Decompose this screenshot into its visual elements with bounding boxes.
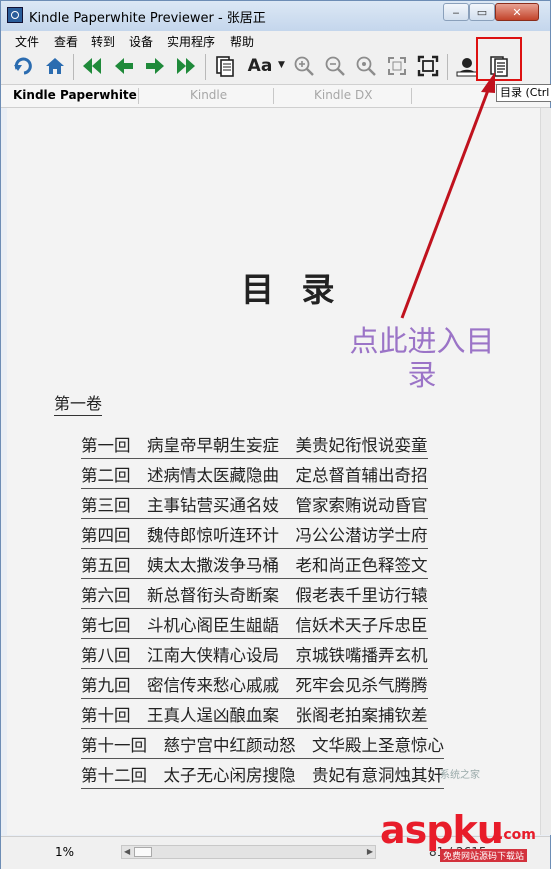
chapter-link[interactable]: 第六回 新总督衔头奇断案 假老表千里访行辕	[81, 584, 444, 614]
home-button[interactable]	[42, 53, 68, 79]
maximize-button[interactable]: ▭	[469, 3, 495, 21]
watermark-brand: aspku	[380, 808, 504, 852]
page-view-button[interactable]	[212, 53, 238, 79]
scrollbar-thumb[interactable]	[134, 847, 152, 857]
fit-page-icon	[388, 57, 406, 75]
chapter-title: 第一回 病皇帝早朝生妄症 美贵妃衔恨说娈童	[81, 434, 428, 459]
home-icon	[46, 58, 64, 74]
menu-help[interactable]: 帮助	[230, 33, 254, 50]
chapter-title: 第七回 斗机心阁臣生龃龉 信妖术天子斥忠臣	[81, 614, 428, 639]
font-size-button[interactable]: Aa	[244, 53, 276, 79]
first-page-icon	[83, 58, 101, 74]
chapter-link[interactable]: 第二回 述病情太医藏隐曲 定总督首辅出奇招	[81, 464, 444, 494]
watermark-asp: asp	[380, 808, 453, 852]
watermark-ku: ku	[452, 808, 503, 852]
watermark-subtitle: 免费网站源码下载站	[440, 849, 528, 862]
zoom-out-icon	[325, 56, 345, 76]
chapter-link[interactable]: 第九回 密信传来愁心戚戚 死牢会见杀气腾腾	[81, 674, 444, 704]
app-window: Kindle Paperwhite Previewer - 张居正 ‒ ▭ ✕ …	[0, 0, 551, 869]
toolbar-separator	[447, 54, 448, 80]
tab-kindle-dx[interactable]: Kindle DX	[314, 88, 372, 102]
chapter-title: 第八回 江南大侠精心设局 京城铁嘴播弄玄机	[81, 644, 428, 669]
chapter-link[interactable]: 第三回 主事钻营买通名妓 管家索贿说动昏官	[81, 494, 444, 524]
chapter-title: 第四回 魏侍郎惊听连环计 冯公公潜访学士府	[81, 524, 428, 549]
menu-utilities[interactable]: 实用程序	[167, 33, 215, 50]
chapter-link[interactable]: 第一回 病皇帝早朝生妄症 美贵妃衔恨说娈童	[81, 434, 444, 464]
chevron-down-icon[interactable]: ▼	[278, 60, 285, 70]
zoom-in-button[interactable]	[291, 53, 317, 79]
menu-device[interactable]: 设备	[129, 33, 153, 50]
next-page-icon	[146, 58, 164, 74]
chapter-link[interactable]: 第八回 江南大侠精心设局 京城铁嘴播弄玄机	[81, 644, 444, 674]
annotation-text: 点此进入目录	[349, 324, 495, 392]
next-page-button[interactable]	[142, 53, 168, 79]
fullscreen-icon	[417, 55, 439, 77]
zoom-reset-button[interactable]	[353, 53, 379, 79]
page-view-icon	[216, 56, 234, 77]
fullscreen-button[interactable]	[415, 53, 441, 79]
title-bar[interactable]: Kindle Paperwhite Previewer - 张居正 ‒ ▭ ✕	[1, 1, 550, 31]
chapter-link[interactable]: 第十回 王真人逞凶酿血案 张阁老拍案捕钦差	[81, 704, 444, 734]
zoom-reset-icon	[356, 56, 376, 76]
chapter-link[interactable]: 第十一回 慈宁宫中红颜动怒 文华殿上圣意惊心	[81, 734, 444, 764]
vertical-scrollbar[interactable]	[540, 108, 551, 835]
toc-highlight-box	[476, 37, 522, 81]
chapter-title: 第六回 新总督衔头奇断案 假老表千里访行辕	[81, 584, 428, 609]
tab-kindle-paperwhite[interactable]: Kindle Paperwhite	[13, 88, 137, 102]
rotate-icon	[14, 57, 32, 75]
last-page-icon	[177, 58, 195, 74]
toc-tooltip: 目录 (Ctrl	[496, 84, 551, 102]
tab-kindle[interactable]: Kindle	[190, 88, 227, 102]
kindle-app-icon	[7, 7, 23, 23]
chapter-title: 第九回 密信传来愁心戚戚 死牢会见杀气腾腾	[81, 674, 428, 699]
prev-page-button[interactable]	[111, 53, 137, 79]
device-tabs: Kindle Paperwhite Kindle Kindle DX	[1, 85, 550, 108]
zoom-in-icon	[294, 56, 314, 76]
menu-goto[interactable]: 转到	[91, 33, 115, 50]
rotate-button[interactable]	[11, 53, 37, 79]
chapter-title: 第三回 主事钻营买通名妓 管家索贿说动昏官	[81, 494, 428, 519]
first-page-button[interactable]	[79, 53, 105, 79]
toolbar: Aa ▼	[1, 50, 550, 85]
font-size-icon: Aa	[247, 56, 273, 76]
chapter-title: 第十一回 慈宁宫中红颜动怒 文华殿上圣意惊心	[81, 734, 444, 759]
watermark-domain: .com	[498, 827, 536, 843]
last-page-button[interactable]	[173, 53, 199, 79]
fit-page-button[interactable]	[384, 53, 410, 79]
menu-file[interactable]: 文件	[15, 33, 39, 50]
reading-progress: 1%	[55, 845, 75, 859]
toc-heading: 目 录	[241, 270, 343, 309]
minimize-button[interactable]: ‒	[443, 3, 469, 21]
chapter-title: 第二回 述病情太医藏隐曲 定总督首辅出奇招	[81, 464, 428, 489]
chapter-title: 第十回 王真人逞凶酿血案 张阁老拍案捕钦差	[81, 704, 428, 729]
chapter-link[interactable]: 第五回 姨太太撒泼争马桶 老和尚正色释签文	[81, 554, 444, 584]
horizontal-scrollbar[interactable]: ◀ ▶	[121, 845, 376, 859]
window-title: Kindle Paperwhite Previewer - 张居正	[29, 11, 266, 26]
chapter-title: 第十二回 太子无心闲房搜隐 贵妃有意洞烛其奸	[81, 764, 444, 789]
close-button[interactable]: ✕	[495, 3, 539, 21]
chapter-title: 第五回 姨太太撒泼争马桶 老和尚正色释签文	[81, 554, 428, 579]
watermark-logo: 系统之家	[440, 770, 480, 781]
toolbar-separator	[73, 54, 74, 80]
volume-title[interactable]: 第一卷	[54, 390, 103, 416]
chapter-list: 第一回 病皇帝早朝生妄症 美贵妃衔恨说娈童 第二回 述病情太医藏隐曲 定总督首辅…	[81, 434, 444, 794]
menu-view[interactable]: 查看	[54, 33, 78, 50]
tab-divider	[273, 88, 274, 104]
chapter-link[interactable]: 第四回 魏侍郎惊听连环计 冯公公潜访学士府	[81, 524, 444, 554]
scroll-left-icon[interactable]: ◀	[124, 846, 130, 858]
prev-page-icon	[115, 58, 133, 74]
user-icon	[456, 58, 478, 77]
tab-divider	[411, 88, 412, 104]
menu-bar: 文件 查看 转到 设备 实用程序 帮助	[1, 31, 550, 50]
zoom-out-button[interactable]	[322, 53, 348, 79]
toolbar-separator	[205, 54, 206, 80]
tab-divider	[138, 88, 139, 104]
chapter-link[interactable]: 第十二回 太子无心闲房搜隐 贵妃有意洞烛其奸	[81, 764, 444, 794]
scroll-right-icon[interactable]: ▶	[367, 846, 373, 858]
chapter-link[interactable]: 第七回 斗机心阁臣生龃龉 信妖术天子斥忠臣	[81, 614, 444, 644]
